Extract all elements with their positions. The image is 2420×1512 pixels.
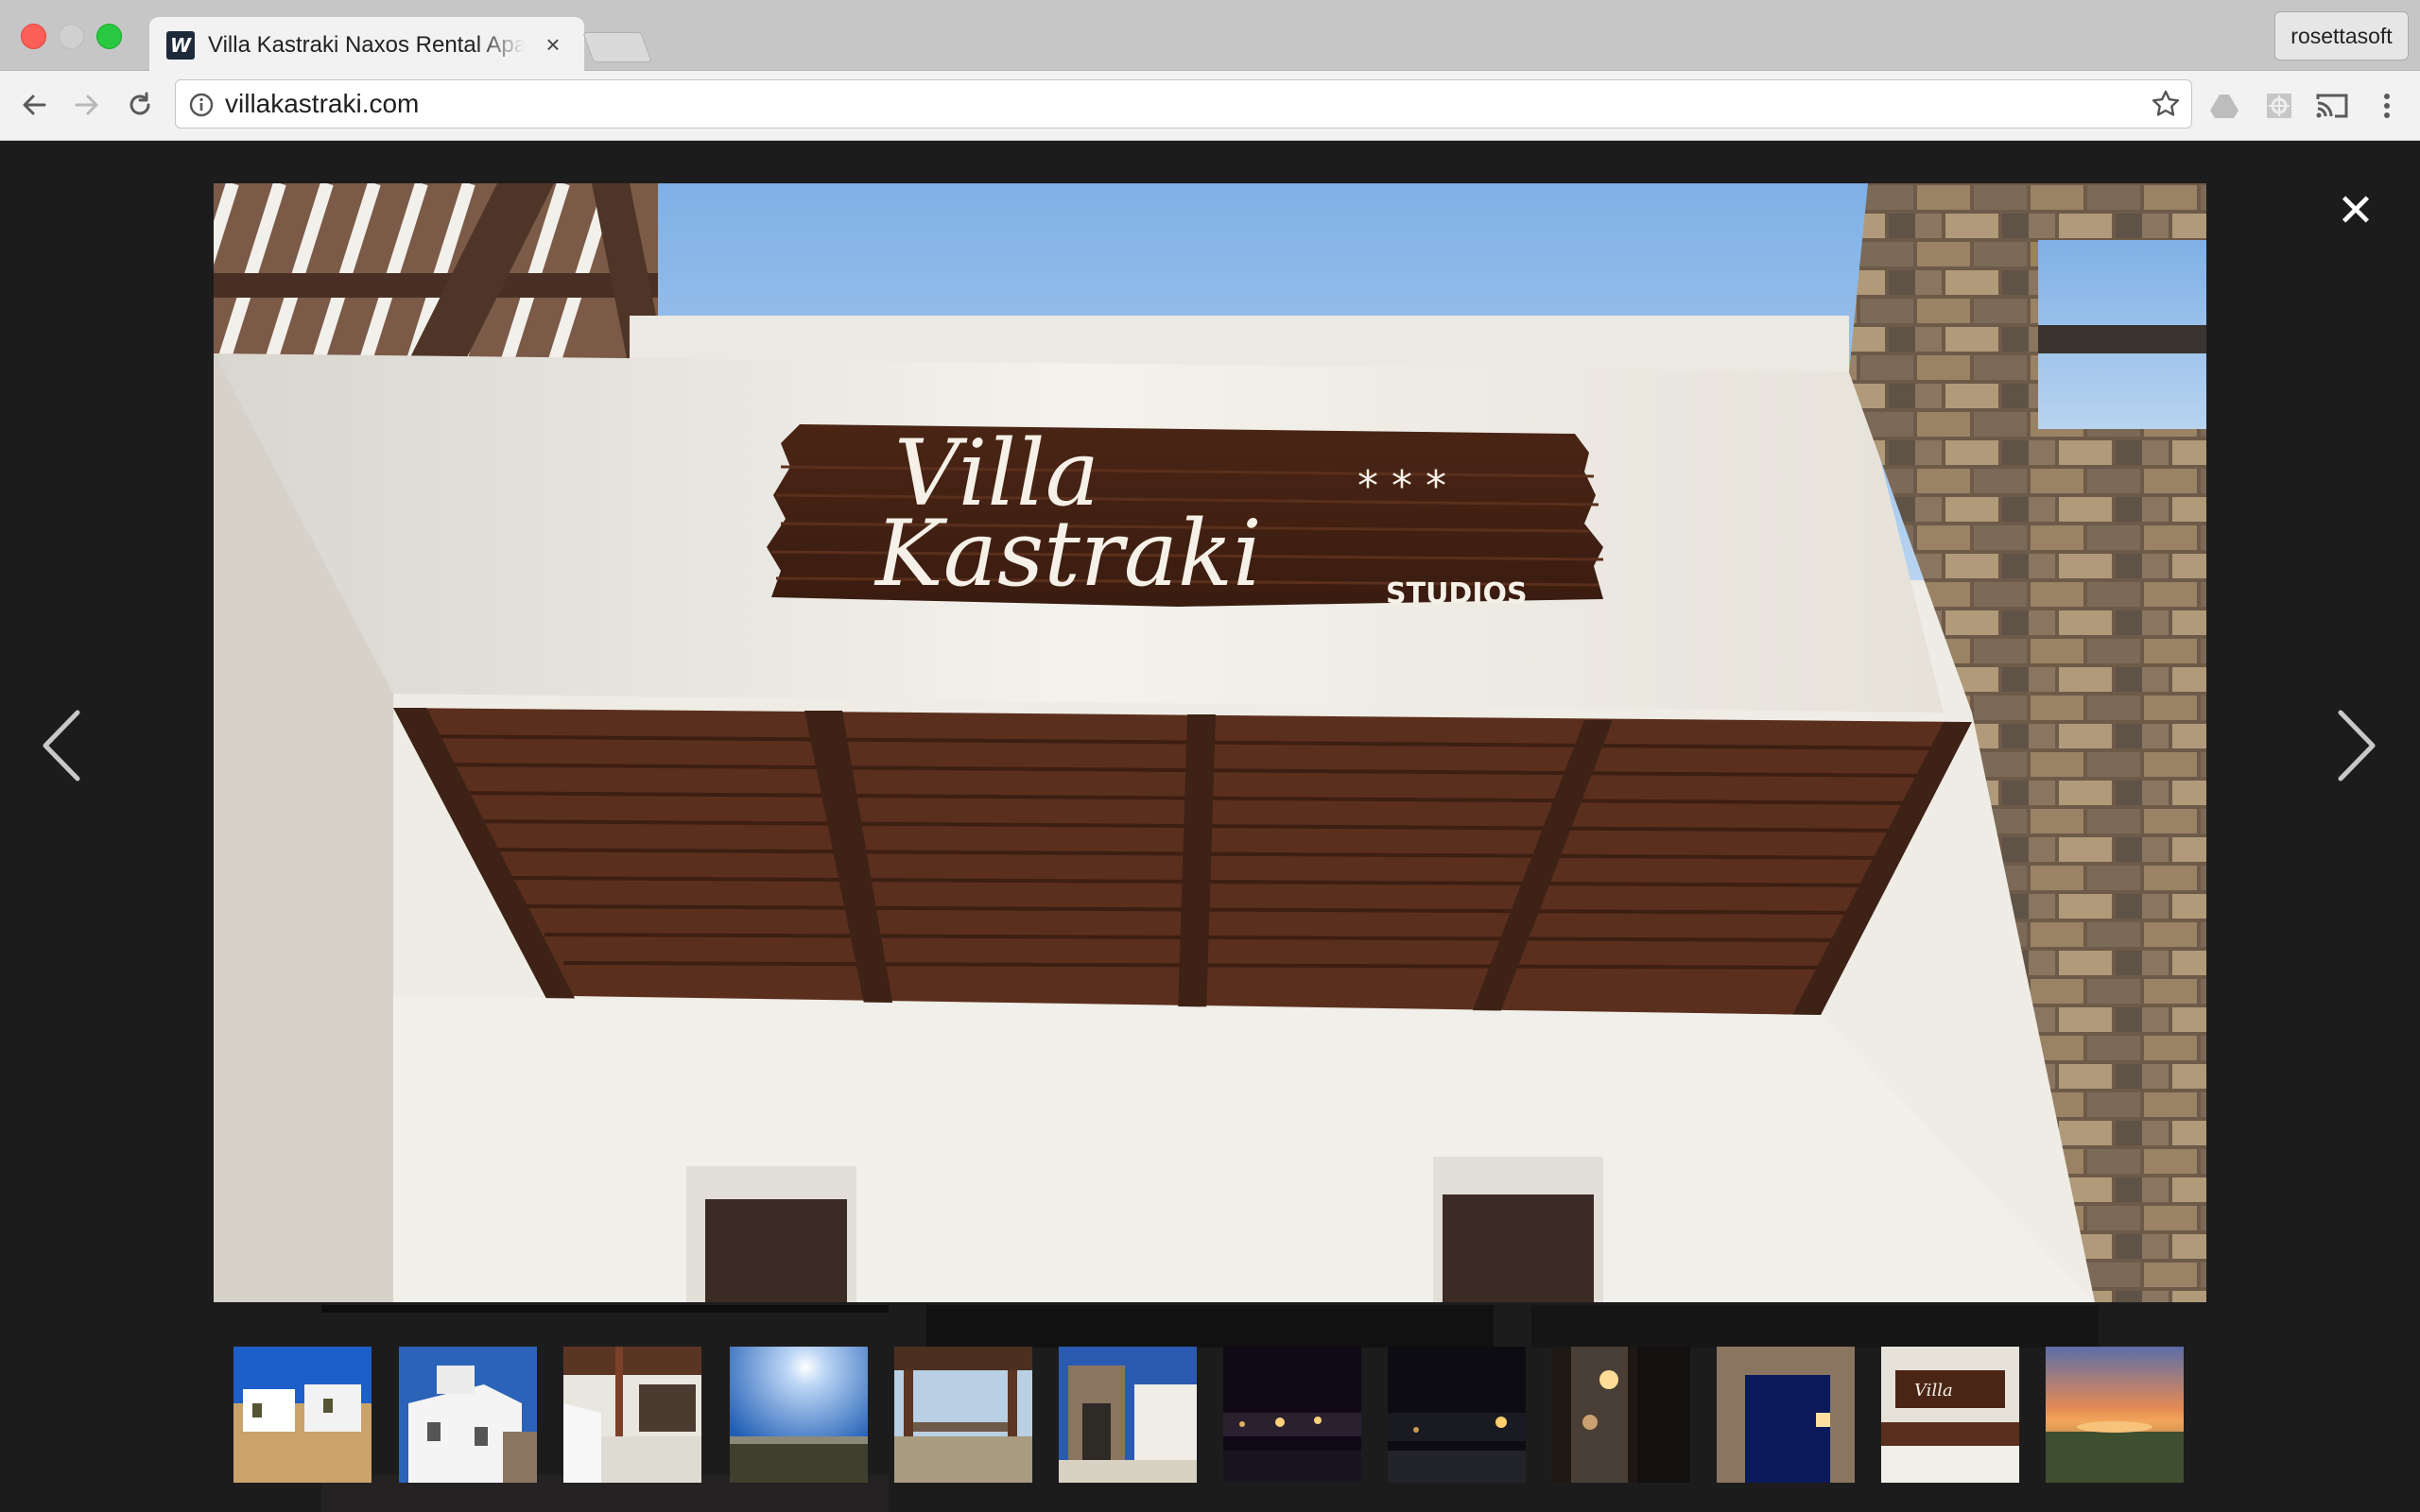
thumbnail-3[interactable]	[563, 1347, 701, 1483]
back-arrow-icon[interactable]	[13, 84, 55, 126]
profile-button[interactable]: rosettasoft	[2274, 11, 2409, 60]
thumbnail-4[interactable]	[730, 1347, 868, 1483]
thumbnail-2[interactable]	[399, 1347, 537, 1483]
svg-text:Villa: Villa	[1914, 1381, 1953, 1400]
lightbox-overlay: Villa Kastraki STUDIOS * * * ✕ Villa	[0, 141, 2420, 1512]
thumbnail-11[interactable]: Villa	[1881, 1347, 2019, 1483]
address-bar[interactable]: villakastraki.com	[175, 79, 2192, 129]
thumbnail-9[interactable]	[1552, 1347, 1690, 1483]
thumbnail-1[interactable]	[233, 1347, 372, 1483]
previous-arrow-icon[interactable]	[36, 703, 93, 788]
cast-icon[interactable]	[2314, 88, 2350, 124]
window-close-button[interactable]	[21, 24, 46, 49]
site-favicon-icon: W	[166, 31, 195, 60]
drive-icon[interactable]	[2206, 88, 2242, 124]
forward-arrow-icon[interactable]	[66, 84, 108, 126]
sign-small-text: STUDIOS	[1386, 577, 1528, 610]
thumbnail-10[interactable]	[1717, 1347, 1855, 1483]
browser-tab[interactable]: W Villa Kastraki Naxos Rental Apartments…	[149, 17, 584, 71]
sign-stars: * * *	[1357, 462, 1446, 510]
main-photo: Villa Kastraki STUDIOS * * *	[214, 183, 2206, 1302]
url-text[interactable]: villakastraki.com	[225, 80, 419, 128]
menu-icon[interactable]	[2369, 88, 2405, 124]
browser-titlebar: W Villa Kastraki Naxos Rental Apartments…	[0, 0, 2420, 71]
thumbnail-12[interactable]	[2046, 1347, 2184, 1483]
tab-title: Villa Kastraki Naxos Rental Apartments	[208, 32, 525, 58]
thumbnail-6[interactable]	[1059, 1347, 1197, 1483]
reload-icon[interactable]	[119, 84, 161, 126]
thumbnail-5[interactable]	[894, 1347, 1032, 1483]
lightbox-close-icon[interactable]: ✕	[2335, 188, 2377, 233]
window-zoom-button[interactable]	[96, 24, 122, 49]
extension-icon[interactable]	[2261, 88, 2297, 124]
thumbnail-8[interactable]	[1388, 1347, 1526, 1483]
window-minimize-button[interactable]	[59, 24, 84, 49]
tab-close-icon[interactable]: ×	[539, 28, 567, 60]
star-icon[interactable]	[2150, 88, 2182, 120]
sign-line2: Kastraki	[873, 501, 1262, 607]
info-icon[interactable]	[189, 93, 214, 117]
new-tab-button[interactable]	[582, 32, 652, 62]
browser-toolbar: villakastraki.com	[0, 71, 2420, 141]
next-arrow-icon[interactable]	[2325, 703, 2382, 788]
thumbnail-7[interactable]	[1223, 1347, 1361, 1483]
